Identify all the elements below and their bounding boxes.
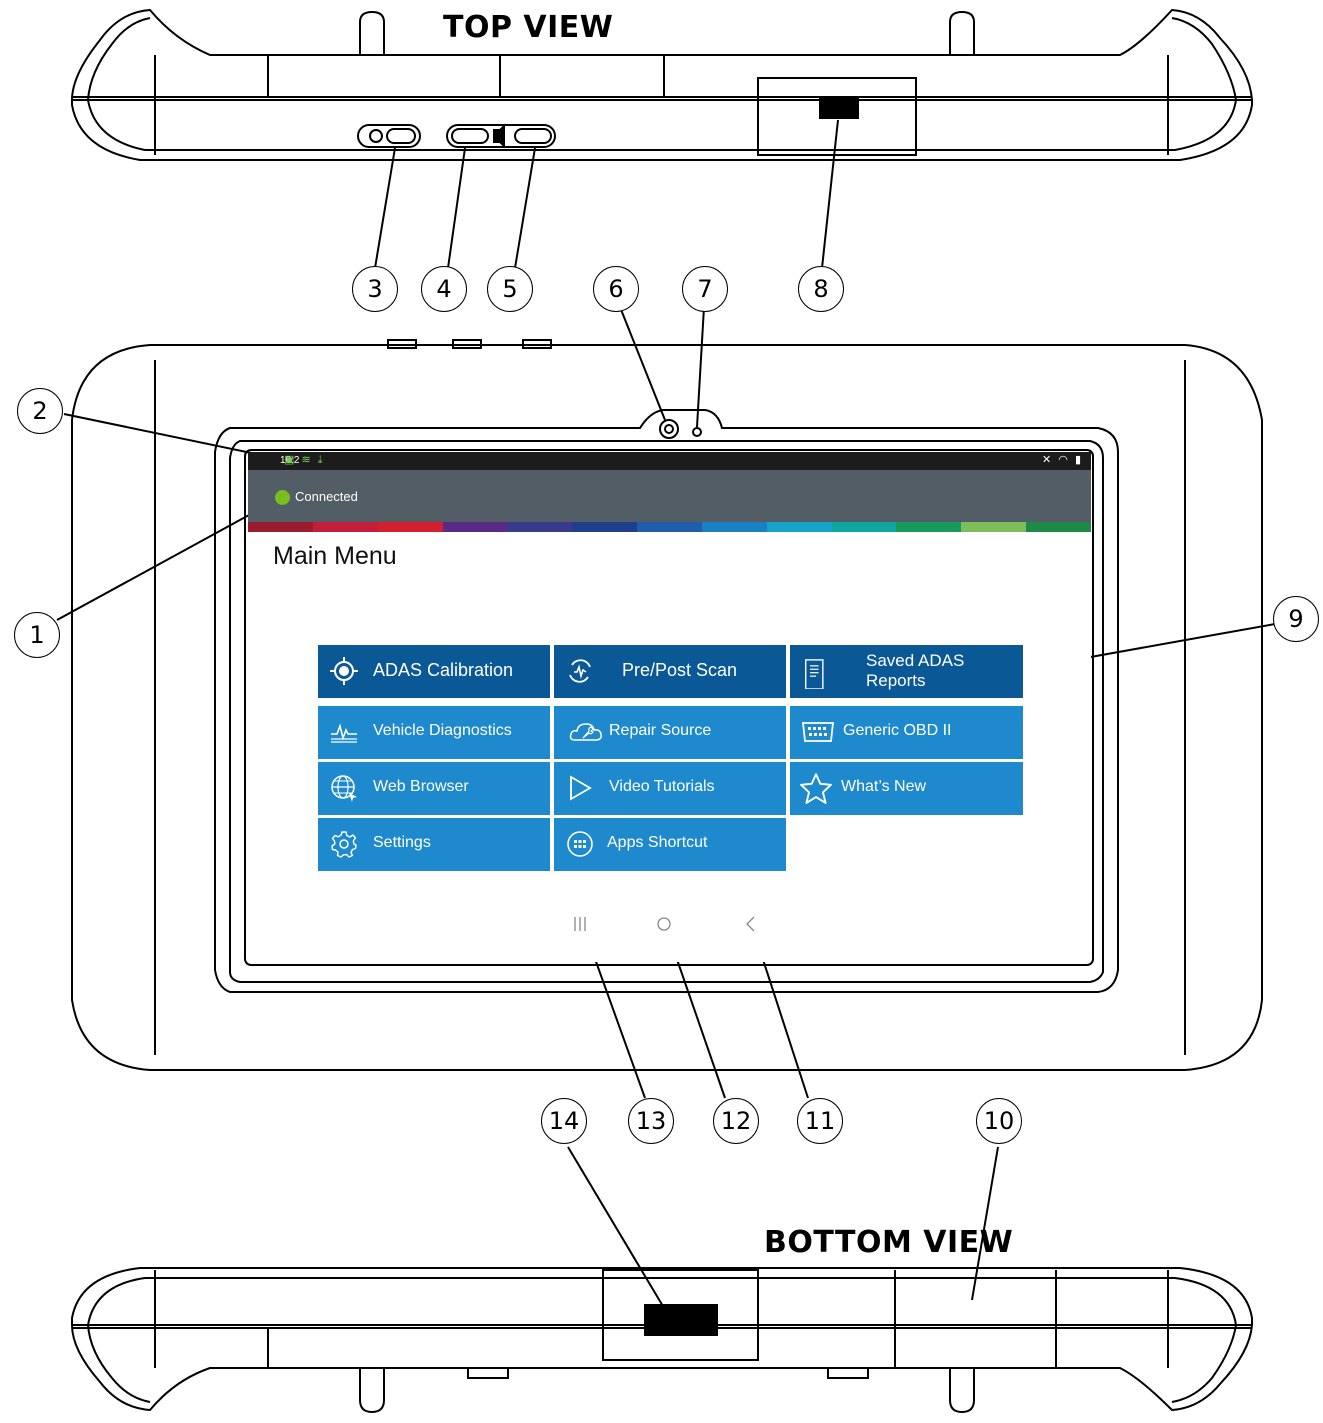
- callout-9: 9: [1273, 596, 1319, 642]
- tile-label: Settings: [373, 834, 431, 851]
- play-icon: [570, 775, 592, 801]
- tile-label: Vehicle Diagnostics: [373, 722, 512, 739]
- tile-label: Repair Source: [609, 722, 712, 739]
- recent-apps-icon[interactable]: [572, 915, 588, 933]
- apps-grid-icon: [567, 831, 593, 857]
- tablet-screen: 10:2 ▣ ≋ ⤓ ✕ ◠ ▮ Connected Main Menu ADA…: [248, 452, 1091, 962]
- back-icon[interactable]: [742, 915, 758, 933]
- tile-repair-source[interactable]: Repair Source: [554, 706, 786, 759]
- callout-13: 13: [628, 1098, 674, 1144]
- stripe-segment: [766, 522, 832, 532]
- callout-10: 10: [976, 1098, 1022, 1144]
- top-view-title: TOP VIEW: [443, 10, 614, 45]
- stripe-segment: [831, 522, 897, 532]
- tile-pre-post-scan[interactable]: Pre/Post Scan: [554, 645, 786, 698]
- obd-connector-icon: [801, 722, 835, 742]
- tile-label: What’s New: [841, 778, 927, 795]
- tile-saved-adas-reports[interactable]: Saved ADAS Reports: [790, 645, 1023, 698]
- stripe-segment: [961, 522, 1027, 532]
- scan-cycle-icon: [569, 659, 591, 683]
- tile-label: Video Tutorials: [609, 778, 715, 795]
- stripe-segment: [896, 522, 962, 532]
- tile-adas-calibration[interactable]: ADAS Calibration: [318, 645, 550, 698]
- tile-label: Pre/Post Scan: [622, 660, 738, 680]
- page-title: Main Menu: [273, 542, 397, 570]
- callout-3: 3: [352, 266, 398, 312]
- callout-8: 8: [798, 266, 844, 312]
- stripe-segment: [312, 522, 378, 532]
- tile-settings[interactable]: Settings: [318, 818, 550, 871]
- tile-apps-shortcut[interactable]: Apps Shortcut: [554, 818, 786, 871]
- stripe-segment: [637, 522, 702, 532]
- stripe-segment: [701, 522, 767, 532]
- stripe-segment: [572, 522, 638, 532]
- callout-5: 5: [487, 266, 533, 312]
- callout-7: 7: [682, 266, 728, 312]
- tile-whats-new[interactable]: What’s New: [790, 762, 1023, 815]
- target-icon: [330, 657, 358, 685]
- report-document-icon: [805, 659, 824, 689]
- stripe-segment: [442, 522, 508, 532]
- tile-video-tutorials[interactable]: Video Tutorials: [554, 762, 786, 815]
- callout-6: 6: [593, 266, 639, 312]
- connection-status-label: Connected: [295, 489, 358, 504]
- status-notification-icons: ▣ ≋ ⤓: [284, 454, 325, 466]
- callout-4: 4: [421, 266, 467, 312]
- callout-2: 2: [17, 388, 63, 434]
- waveform-icon: [331, 723, 357, 743]
- home-icon[interactable]: [655, 915, 673, 933]
- tile-label: Apps Shortcut: [607, 834, 708, 851]
- status-system-icons: ✕ ◠ ▮: [1042, 454, 1083, 466]
- stripe-segment: [507, 522, 573, 532]
- tile-label: Saved ADAS Reports: [866, 651, 965, 690]
- tile-generic-obd-ii[interactable]: Generic OBD II: [790, 706, 1023, 759]
- callout-1: 1: [14, 612, 60, 658]
- callout-12: 12: [713, 1098, 759, 1144]
- status-bar: 10:2 ▣ ≋ ⤓ ✕ ◠ ▮: [248, 452, 1091, 470]
- callout-14: 14: [541, 1098, 587, 1144]
- tile-label: Generic OBD II: [843, 722, 952, 739]
- stripe-segment: [377, 522, 443, 532]
- tile-label: Web Browser: [373, 778, 469, 795]
- gear-icon: [331, 831, 357, 858]
- brand-stripe: [248, 522, 1091, 532]
- tile-vehicle-diagnostics[interactable]: Vehicle Diagnostics: [318, 706, 550, 759]
- connection-status-icon: [275, 490, 290, 505]
- bottom-view-title: BOTTOM VIEW: [764, 1225, 1014, 1260]
- app-bar: Connected: [248, 470, 1091, 522]
- tile-web-browser[interactable]: Web Browser: [318, 762, 550, 815]
- callout-11: 11: [797, 1098, 843, 1144]
- stripe-segment: [1026, 522, 1091, 532]
- globe-cursor-icon: [331, 775, 357, 802]
- cloud-wrench-icon: [569, 723, 602, 741]
- stripe-segment: [248, 522, 313, 532]
- tile-label: ADAS Calibration: [373, 660, 514, 680]
- star-icon: [800, 773, 832, 804]
